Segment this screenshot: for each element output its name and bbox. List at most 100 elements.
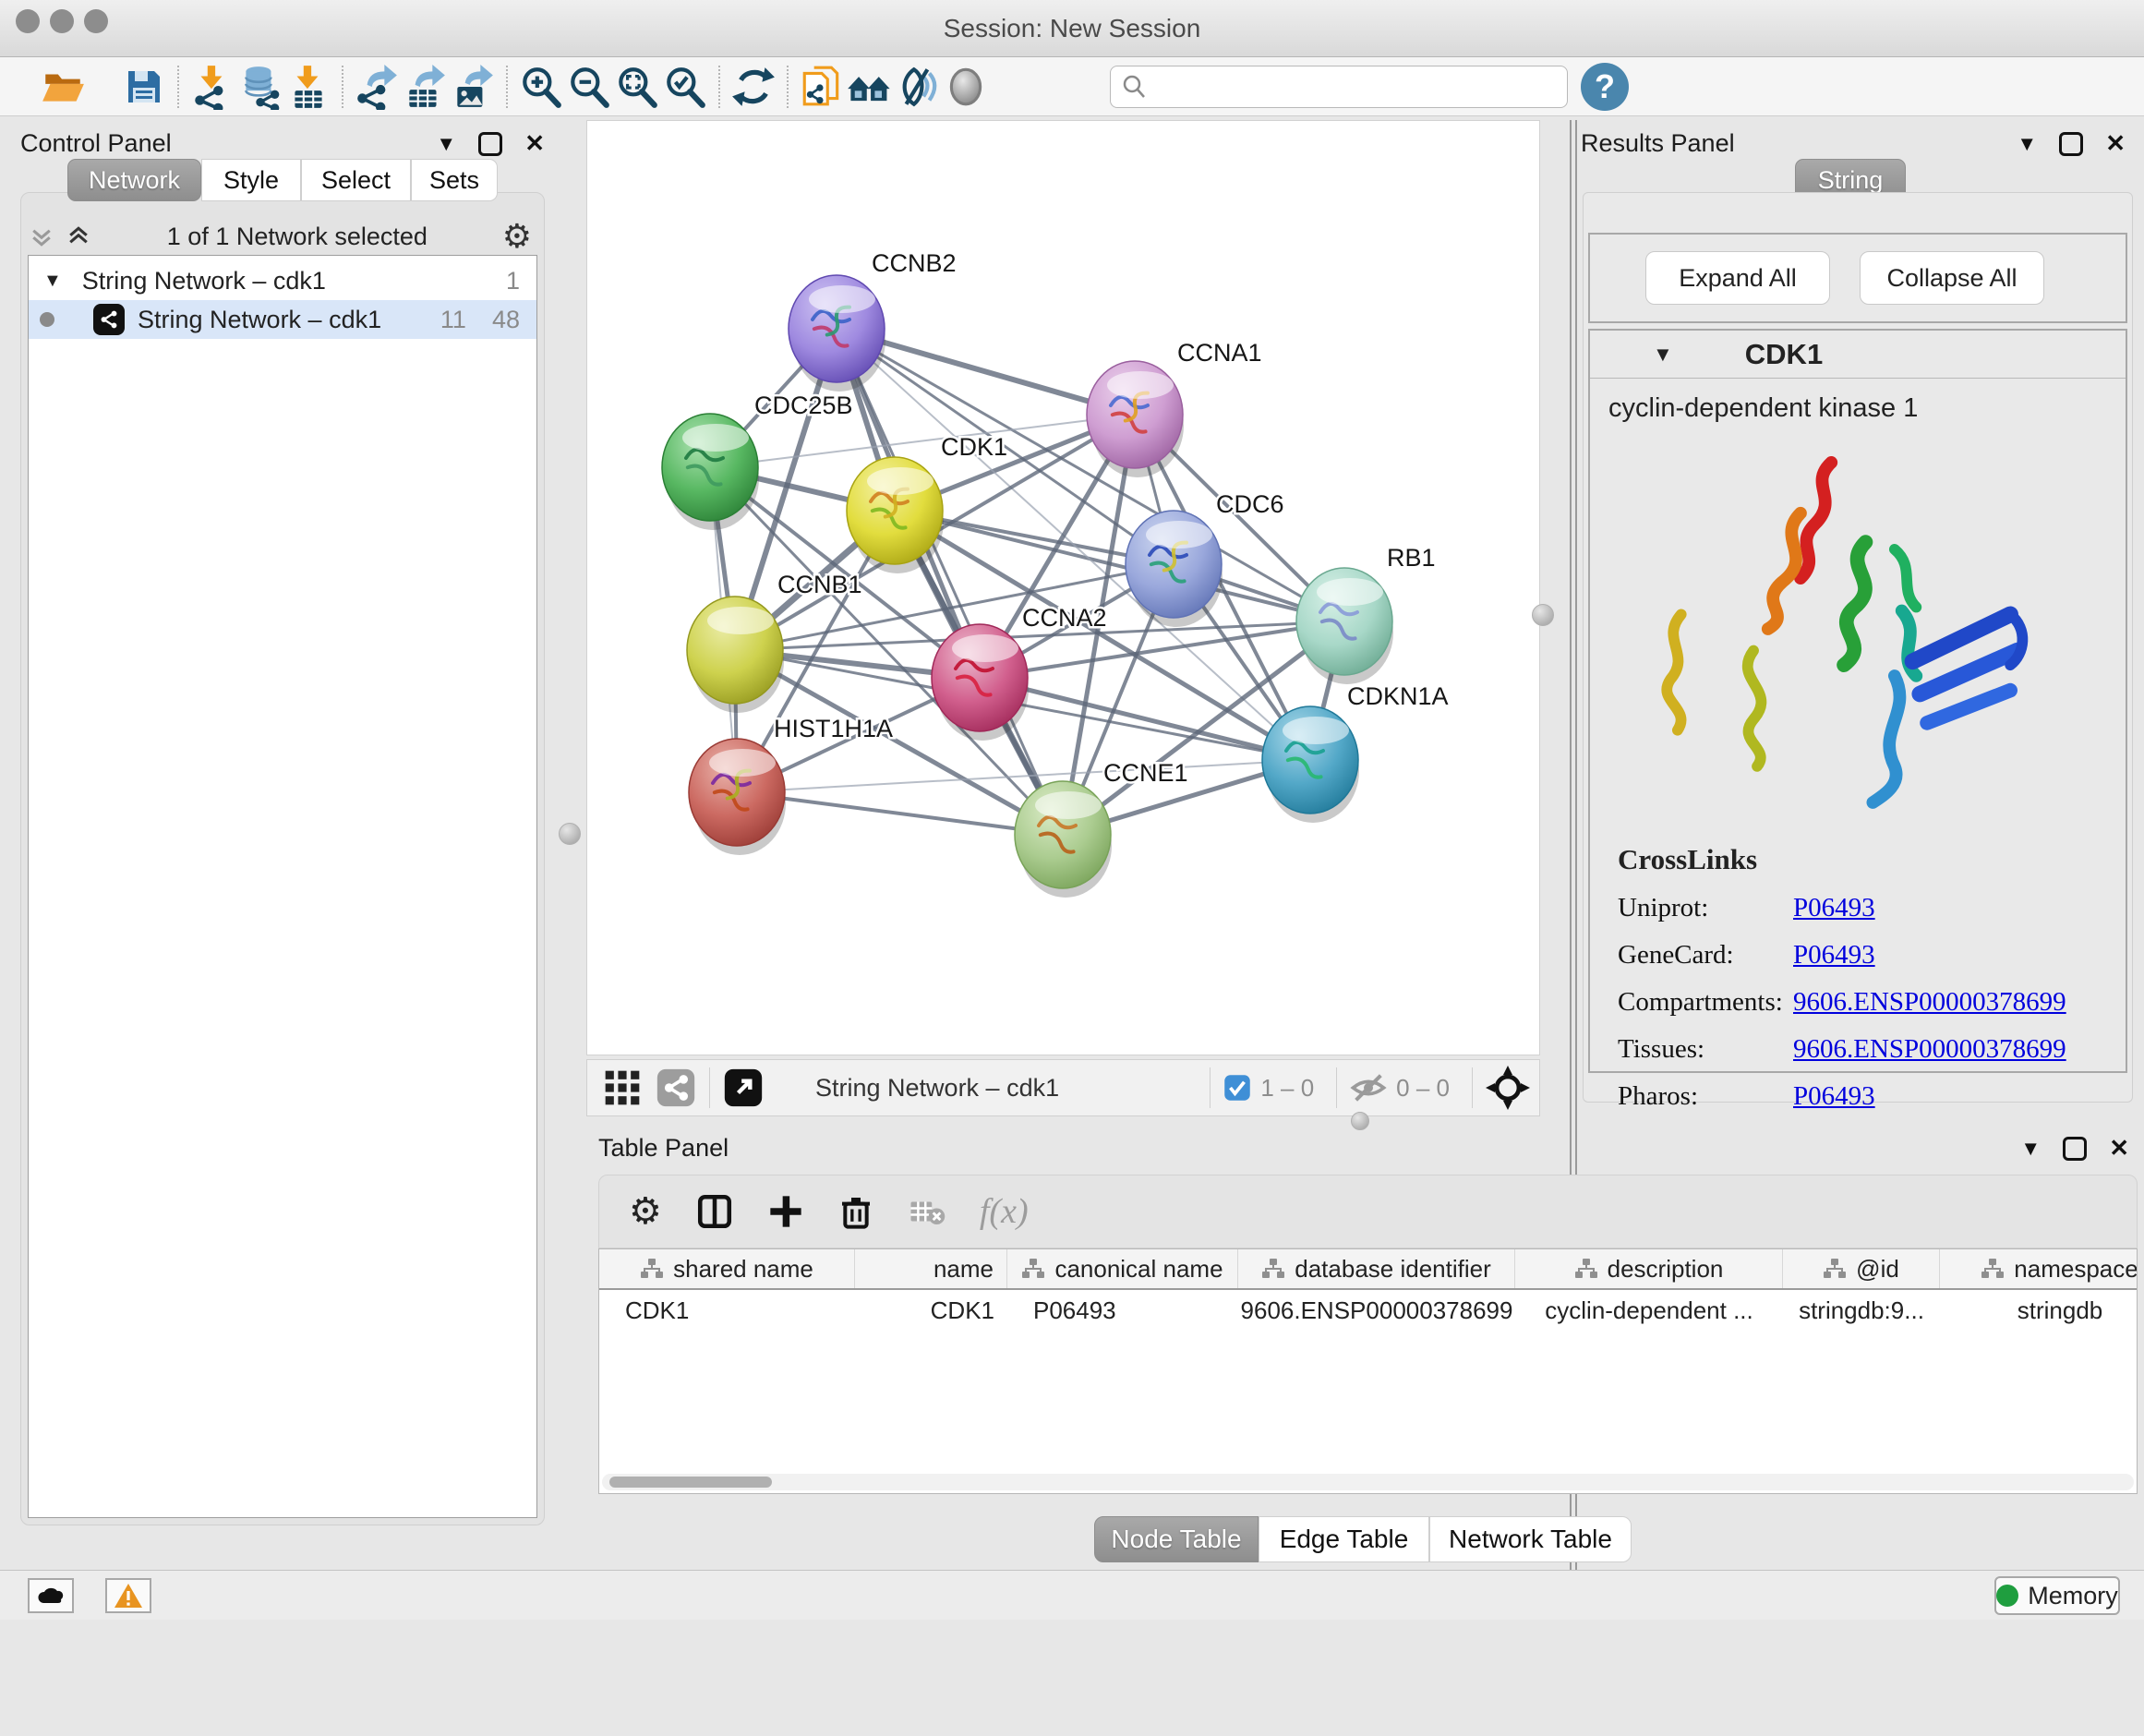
grid-view-icon[interactable] (602, 1067, 643, 1108)
tab-edge-table[interactable]: Edge Table (1259, 1516, 1429, 1562)
node-CDC6[interactable] (1126, 511, 1223, 627)
tab-network[interactable]: Network (67, 159, 201, 201)
cell-namespace[interactable]: stringdb (1940, 1296, 2138, 1325)
export-network-button[interactable] (353, 63, 401, 111)
zoom-out-button[interactable] (565, 63, 613, 111)
hidden-eye-icon[interactable] (1350, 1069, 1387, 1106)
node-CCNA2[interactable] (932, 624, 1029, 741)
node-CCNE1[interactable] (1015, 781, 1112, 898)
node-RB1[interactable] (1296, 568, 1393, 684)
open-session-button[interactable] (39, 63, 87, 111)
network-row-selected[interactable]: String Network – cdk1 11 48 (29, 300, 536, 339)
gene-disclosure-icon[interactable]: ▼ (1653, 343, 1673, 367)
crosslink-link[interactable]: P06493 (1793, 1081, 1875, 1112)
add-column-icon[interactable] (767, 1193, 804, 1230)
collapse-all-chevrons-icon[interactable] (65, 223, 92, 250)
tab-network-table[interactable]: Network Table (1429, 1516, 1632, 1562)
stringify-button[interactable] (798, 63, 846, 111)
column-header-namespace[interactable]: namespace (1940, 1249, 2138, 1288)
hscrollbar-thumb[interactable] (609, 1477, 772, 1488)
cell-canonical-name[interactable]: P06493 (1007, 1296, 1238, 1325)
crosslink-link[interactable]: P06493 (1793, 940, 1875, 970)
memory-button[interactable]: Memory (1994, 1576, 2120, 1615)
edge-HIST1H1A-CCNE1[interactable] (737, 792, 1063, 835)
table-panel-close-icon[interactable]: ✕ (2109, 1134, 2129, 1163)
control-panel-close-icon[interactable]: ✕ (524, 129, 545, 158)
node-table[interactable]: shared namenamecanonical namedatabase id… (598, 1248, 2138, 1494)
table-hscrollbar[interactable] (602, 1474, 2134, 1490)
zoom-selected-button[interactable] (661, 63, 709, 111)
column-header-id[interactable]: @id (1783, 1249, 1940, 1288)
node-CCNA1[interactable] (1087, 361, 1184, 477)
column-header-description[interactable]: description (1515, 1249, 1783, 1288)
bottom-splitter-handle[interactable] (1351, 1112, 1369, 1130)
cloud-status-button[interactable] (28, 1578, 74, 1613)
cell-name[interactable]: CDK1 (855, 1296, 1007, 1325)
tab-style[interactable]: Style (201, 159, 301, 201)
crosslink-link[interactable]: P06493 (1793, 893, 1875, 923)
string-home-button[interactable] (846, 63, 894, 111)
export-image-button[interactable] (449, 63, 497, 111)
left-splitter-handle[interactable] (559, 823, 581, 845)
refresh-button[interactable] (729, 63, 777, 111)
gene-section-header[interactable]: ▼ CDK1 (1590, 331, 2126, 379)
zoom-in-button[interactable] (517, 63, 565, 111)
node-CCNB1[interactable] (687, 597, 784, 713)
network-options-gear-icon[interactable]: ⚙ (502, 217, 532, 256)
network-share-toggle-icon[interactable] (656, 1067, 696, 1108)
tab-node-table[interactable]: Node Table (1094, 1516, 1259, 1562)
control-panel-float-icon[interactable] (478, 132, 502, 156)
table-panel-collapse-icon[interactable]: ▼ (2020, 1137, 2041, 1161)
cell-database-identifier[interactable]: 9606.ENSP00000378699 (1238, 1296, 1515, 1325)
birdseye-navigator-icon[interactable] (1486, 1066, 1530, 1110)
cell-shared-name[interactable]: CDK1 (599, 1296, 855, 1325)
selected-checkbox-icon[interactable] (1223, 1074, 1251, 1102)
crosslink-link[interactable]: 9606.ENSP00000378699 (1793, 987, 2066, 1018)
export-table-button[interactable] (401, 63, 449, 111)
edge-CCNB2-CCNE1[interactable] (837, 329, 1063, 835)
delete-column-icon[interactable] (837, 1193, 874, 1230)
table-row[interactable]: CDK1CDK1P064939606.ENSP00000378699cyclin… (599, 1290, 2137, 1331)
expand-all-button[interactable]: Expand All (1645, 251, 1830, 305)
cell-description[interactable]: cyclin-dependent ... (1515, 1296, 1783, 1325)
control-panel-collapse-icon[interactable]: ▼ (436, 132, 456, 156)
save-session-button[interactable] (120, 63, 168, 111)
expand-all-chevrons-icon[interactable] (28, 223, 55, 250)
results-panel-close-icon[interactable]: ✕ (2105, 129, 2126, 158)
search-input[interactable] (1148, 72, 1536, 101)
node-CCNB2[interactable] (789, 275, 885, 392)
show-columns-icon[interactable] (695, 1192, 734, 1231)
collapse-all-button[interactable]: Collapse All (1860, 251, 2044, 305)
cell-id[interactable]: stringdb:9... (1783, 1296, 1940, 1325)
node-CDK1[interactable] (847, 457, 944, 573)
string-network-graph[interactable]: CCNB2CCNA1CDC25BCDK1CDC6RB1CCNB1CCNA2CDK… (587, 121, 1539, 1055)
crosslink-link[interactable]: 9606.ENSP00000378699 (1793, 1034, 2066, 1065)
results-panel-float-icon[interactable] (2059, 132, 2083, 156)
import-table-button[interactable] (284, 63, 332, 111)
search-box[interactable] (1110, 66, 1568, 108)
table-options-gear-icon[interactable]: ⚙ (629, 1190, 662, 1233)
import-network-button[interactable] (188, 63, 236, 111)
node-CDC25B[interactable] (662, 414, 759, 530)
toggle-glass-button[interactable] (894, 63, 942, 111)
warnings-button[interactable] (105, 1578, 151, 1613)
node-HIST1H1A[interactable] (689, 739, 786, 855)
help-button[interactable]: ? (1581, 63, 1629, 111)
open-in-new-window-icon[interactable] (723, 1067, 764, 1108)
tab-sets[interactable]: Sets (411, 159, 498, 201)
tab-select[interactable]: Select (301, 159, 411, 201)
network-canvas[interactable]: CCNB2CCNA1CDC25BCDK1CDC6RB1CCNB1CCNA2CDK… (586, 120, 1540, 1055)
column-header-name[interactable]: name (855, 1249, 1007, 1288)
collection-disclosure-icon[interactable]: ▼ (43, 271, 62, 292)
right-splitter-handle[interactable] (1532, 604, 1554, 626)
network-collection-row[interactable]: ▼ String Network – cdk1 1 (29, 261, 536, 300)
results-panel-collapse-icon[interactable]: ▼ (2017, 132, 2037, 156)
table-panel-float-icon[interactable] (2063, 1137, 2087, 1161)
zoom-fit-button[interactable] (613, 63, 661, 111)
toggle-enhanced-button[interactable] (942, 63, 990, 111)
column-header-canonical-name[interactable]: canonical name (1007, 1249, 1238, 1288)
column-header-database-identifier[interactable]: database identifier (1238, 1249, 1515, 1288)
node-CDKN1A[interactable] (1262, 706, 1359, 823)
column-header-shared-name[interactable]: shared name (599, 1249, 855, 1288)
import-database-button[interactable] (236, 63, 284, 111)
